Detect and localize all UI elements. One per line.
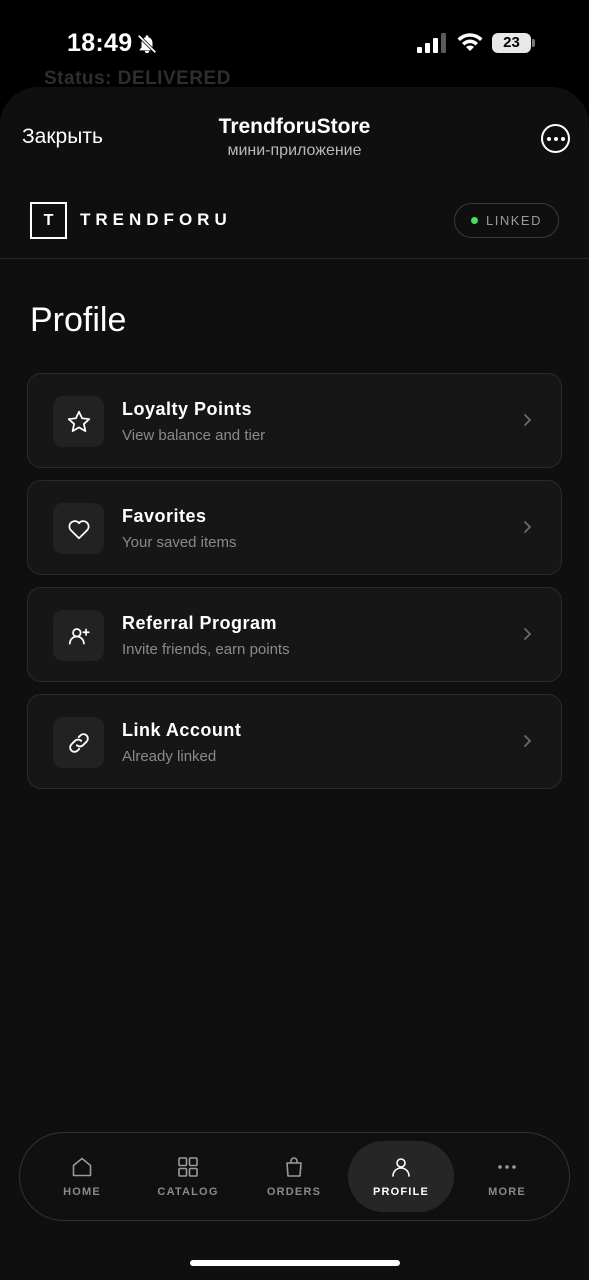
menu-item-loyalty-points[interactable]: Loyalty Points View balance and tier bbox=[27, 373, 562, 468]
page-title: Profile bbox=[30, 301, 127, 339]
status-dot-icon bbox=[471, 217, 479, 224]
menu-item-subtitle: Your saved items bbox=[122, 534, 237, 551]
menu-item-subtitle: Already linked bbox=[122, 748, 217, 765]
heart-icon bbox=[53, 503, 104, 554]
nav-home-label: HOME bbox=[63, 1186, 101, 1198]
menu-item-title: Loyalty Points bbox=[122, 399, 253, 419]
linked-badge-label: LINKED bbox=[486, 213, 542, 228]
star-icon bbox=[53, 396, 104, 447]
bell-slash-icon bbox=[137, 34, 157, 54]
link-icon bbox=[53, 717, 104, 768]
nav-more-label: MORE bbox=[488, 1186, 526, 1198]
nav-profile[interactable]: PROFILE bbox=[348, 1141, 454, 1212]
chevron-right-icon bbox=[524, 414, 532, 426]
dot-icon bbox=[546, 136, 551, 141]
nav-catalog[interactable]: CATALOG bbox=[135, 1141, 241, 1212]
chevron-right-icon bbox=[524, 521, 532, 533]
user-plus-icon bbox=[53, 610, 104, 661]
mini-app-sheet: Закрыть TrendforuStore мини-приложение T… bbox=[0, 87, 589, 1280]
chevron-right-icon bbox=[524, 735, 532, 747]
more-options-button[interactable] bbox=[541, 124, 570, 153]
bottom-navigation: HOME CATALOG ORDERS PROFILE MORE bbox=[19, 1132, 570, 1221]
dot-icon bbox=[553, 136, 558, 141]
logo-text: TRENDFORU bbox=[80, 210, 232, 229]
linked-status-badge: LINKED bbox=[454, 203, 559, 238]
menu-item-title: Link Account bbox=[122, 720, 242, 740]
home-icon bbox=[72, 1157, 92, 1177]
logo-mark: T bbox=[30, 202, 67, 239]
menu-item-title: Favorites bbox=[122, 506, 207, 526]
battery-level: 23 bbox=[492, 33, 531, 53]
grid-icon bbox=[178, 1157, 198, 1177]
nav-profile-label: PROFILE bbox=[372, 1186, 430, 1198]
menu-item-link-account[interactable]: Link Account Already linked bbox=[27, 694, 562, 789]
signal-icon bbox=[417, 33, 446, 53]
profile-menu: Loyalty Points View balance and tier Fav… bbox=[27, 373, 562, 801]
battery-icon: 23 bbox=[492, 33, 536, 53]
dots-icon bbox=[498, 1165, 516, 1169]
dot-icon bbox=[560, 136, 565, 141]
status-time: 18:49 bbox=[67, 29, 133, 57]
app-header: T TRENDFORU LINKED bbox=[0, 187, 589, 259]
home-indicator bbox=[190, 1260, 400, 1266]
nav-more[interactable]: MORE bbox=[454, 1141, 560, 1212]
menu-item-subtitle: View balance and tier bbox=[122, 427, 266, 444]
app-subtitle: мини-приложение bbox=[227, 142, 362, 159]
menu-item-subtitle: Invite friends, earn points bbox=[122, 641, 290, 658]
wifi-icon bbox=[457, 33, 483, 51]
nav-orders[interactable]: ORDERS bbox=[241, 1141, 347, 1212]
menu-item-referral-program[interactable]: Referral Program Invite friends, earn po… bbox=[27, 587, 562, 682]
app-title: TrendforuStore bbox=[218, 115, 371, 138]
bag-icon bbox=[286, 1157, 302, 1177]
telegram-header: Закрыть TrendforuStore мини-приложение bbox=[0, 87, 589, 187]
nav-home[interactable]: HOME bbox=[29, 1141, 135, 1212]
nav-catalog-label: CATALOG bbox=[157, 1186, 219, 1198]
menu-item-title: Referral Program bbox=[122, 613, 278, 633]
chevron-right-icon bbox=[524, 628, 532, 640]
menu-item-favorites[interactable]: Favorites Your saved items bbox=[27, 480, 562, 575]
nav-orders-label: ORDERS bbox=[266, 1186, 322, 1198]
user-icon bbox=[392, 1158, 410, 1177]
